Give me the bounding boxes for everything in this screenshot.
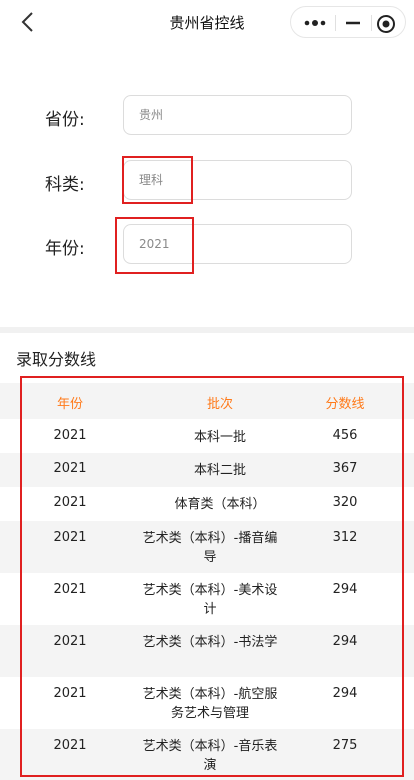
table-highlight-box — [20, 376, 404, 777]
year-row: 年份: 2021 — [0, 224, 414, 266]
province-label: 省份: — [45, 110, 85, 130]
more-dots-icon[interactable] — [301, 15, 329, 31]
subject-label: 科类: — [45, 175, 85, 195]
year-label: 年份: — [45, 239, 85, 259]
section-divider — [0, 327, 414, 333]
navigation-bar: 贵州省控线 — [0, 0, 414, 44]
minimize-icon[interactable] — [341, 15, 365, 31]
subject-highlight-box — [122, 156, 193, 204]
province-row: 省份: 贵州 — [0, 95, 414, 137]
province-field[interactable]: 贵州 — [123, 95, 352, 135]
year-highlight-box — [115, 217, 194, 274]
capsule-divider — [335, 15, 336, 31]
section-title: 录取分数线 — [16, 350, 97, 369]
capsule-divider — [371, 15, 372, 31]
subject-row: 科类: 理科 — [0, 160, 414, 202]
mini-program-capsule — [290, 6, 406, 38]
close-circle-icon[interactable] — [375, 13, 397, 35]
